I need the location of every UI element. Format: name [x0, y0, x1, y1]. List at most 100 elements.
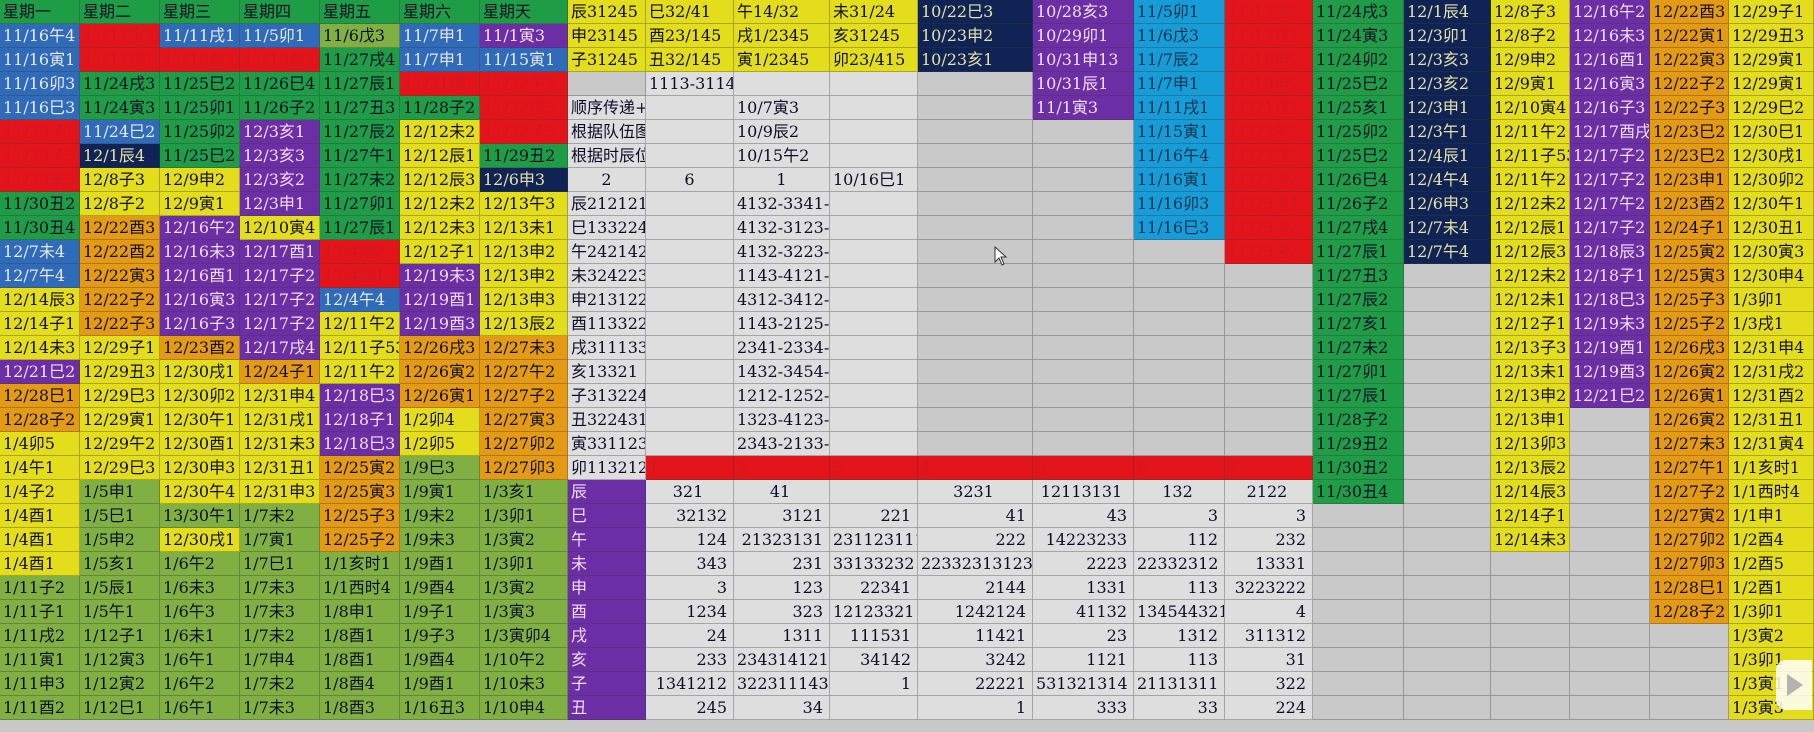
grid-cell[interactable]: 12/6申3: [480, 168, 568, 192]
grid-cell[interactable]: [1404, 384, 1491, 408]
grid-cell[interactable]: 12/23巳2: [1650, 144, 1729, 168]
grid-cell[interactable]: 12/29巳3: [80, 384, 160, 408]
grid-cell[interactable]: [1134, 384, 1225, 408]
grid-cell[interactable]: 11/27辰1: [320, 216, 400, 240]
grid-cell[interactable]: 11/25巳2: [1313, 144, 1404, 168]
grid-cell[interactable]: 1/7未3: [240, 576, 320, 600]
grid-cell[interactable]: 12/19酉3: [1570, 360, 1650, 384]
grid-cell[interactable]: 12/17酉戌: [1570, 120, 1650, 144]
grid-cell[interactable]: 1/8酉1: [320, 648, 400, 672]
grid-cell[interactable]: [1313, 696, 1404, 720]
grid-cell[interactable]: 11/29丑2: [1313, 432, 1404, 456]
grid-cell[interactable]: 12/11子53: [320, 336, 400, 360]
grid-cell[interactable]: 12/9申2: [1491, 48, 1570, 72]
grid-cell[interactable]: 11/27辰1: [1313, 384, 1404, 408]
grid-cell[interactable]: 12/31申3: [240, 480, 320, 504]
grid-cell[interactable]: 12/30戌1: [1729, 144, 1814, 168]
grid-cell[interactable]: [1404, 576, 1491, 600]
grid-cell[interactable]: 12/21巳2: [1570, 384, 1650, 408]
grid-cell[interactable]: [1404, 480, 1491, 504]
grid-cell[interactable]: 未32422313333: [568, 264, 646, 288]
grid-cell[interactable]: 12/26寅2: [1650, 360, 1729, 384]
grid-cell[interactable]: 11/30丑4: [0, 216, 80, 240]
grid-cell[interactable]: 1121: [1033, 648, 1134, 672]
grid-cell[interactable]: 1/9未3: [400, 528, 480, 552]
grid-cell[interactable]: 1/9酉1: [400, 672, 480, 696]
grid-cell[interactable]: 11/27未2: [1313, 336, 1404, 360]
grid-cell[interactable]: [1033, 120, 1134, 144]
grid-cell[interactable]: [830, 120, 918, 144]
grid-cell[interactable]: 未: [568, 552, 646, 576]
grid-cell[interactable]: 12/27未3: [480, 336, 568, 360]
grid-cell[interactable]: [1313, 648, 1404, 672]
grid-cell[interactable]: 10/16巳1: [830, 168, 918, 192]
grid-cell[interactable]: 12/29午2: [80, 432, 160, 456]
grid-cell[interactable]: 12/19酉1: [400, 288, 480, 312]
grid-cell[interactable]: 1/4午1: [0, 456, 80, 480]
grid-cell[interactable]: 11/17寅2: [80, 24, 160, 48]
grid-cell[interactable]: 1323-4123-1223: [734, 408, 830, 432]
grid-cell[interactable]: [918, 336, 1033, 360]
grid-cell[interactable]: [830, 72, 918, 96]
grid-cell[interactable]: 1/9巳3: [400, 456, 480, 480]
grid-cell[interactable]: 酉23/145: [646, 24, 734, 48]
grid-cell[interactable]: 22332313123: [918, 552, 1033, 576]
grid-cell[interactable]: 11/6戊3: [1134, 24, 1225, 48]
grid-cell[interactable]: [1134, 432, 1225, 456]
grid-cell[interactable]: 12/1辰4: [80, 144, 160, 168]
grid-cell[interactable]: [1491, 696, 1570, 720]
grid-cell[interactable]: 申: [568, 576, 646, 600]
grid-cell[interactable]: 1/7未3: [240, 696, 320, 720]
grid-cell[interactable]: 11/1寅3: [480, 24, 568, 48]
grid-cell[interactable]: 根据队伍图位置测时辰位置: [568, 120, 646, 144]
grid-cell[interactable]: 311312: [1225, 624, 1313, 648]
grid-cell[interactable]: 232: [1225, 528, 1313, 552]
grid-cell[interactable]: 12/13辰2: [480, 312, 568, 336]
grid-cell[interactable]: 12/27午2: [480, 360, 568, 384]
grid-cell[interactable]: 12/11午2: [320, 312, 400, 336]
grid-cell[interactable]: 113: [1134, 648, 1225, 672]
grid-cell[interactable]: 12/25寅2: [1650, 240, 1729, 264]
grid-cell[interactable]: 12/30戌1: [160, 360, 240, 384]
grid-cell[interactable]: [1225, 408, 1313, 432]
grid-cell[interactable]: 1/5辰1: [80, 576, 160, 600]
grid-cell[interactable]: 12/4辰1: [1404, 144, 1491, 168]
grid-cell[interactable]: 10/28亥3: [1033, 0, 1134, 24]
grid-cell[interactable]: 11/7申1: [400, 24, 480, 48]
grid-cell[interactable]: [1033, 144, 1134, 168]
grid-cell[interactable]: 113: [1134, 576, 1225, 600]
grid-cell[interactable]: 1/9子3: [400, 624, 480, 648]
grid-cell[interactable]: [830, 432, 918, 456]
grid-cell[interactable]: 11/23子1: [1225, 192, 1313, 216]
grid-cell[interactable]: 12/11午2: [320, 360, 400, 384]
grid-cell[interactable]: 12/8子3: [1491, 0, 1570, 24]
grid-cell[interactable]: 24: [646, 624, 734, 648]
grid-cell[interactable]: 1/6午2: [160, 672, 240, 696]
grid-cell[interactable]: 12/31申4: [1729, 336, 1814, 360]
grid-cell[interactable]: 12/22子2: [1650, 72, 1729, 96]
grid-cell[interactable]: 1/2酉1: [1729, 576, 1814, 600]
grid-cell[interactable]: 11/26子2: [1313, 192, 1404, 216]
grid-cell[interactable]: [1033, 432, 1134, 456]
grid-cell[interactable]: 12/16子3: [160, 312, 240, 336]
grid-cell[interactable]: 1312: [1134, 624, 1225, 648]
grid-cell[interactable]: 12/23酉2: [1650, 192, 1729, 216]
grid-cell[interactable]: 221: [830, 504, 918, 528]
grid-cell[interactable]: 寅1/2345: [734, 48, 830, 72]
grid-cell[interactable]: 10/9辰2: [734, 120, 830, 144]
grid-cell[interactable]: 222: [918, 528, 1033, 552]
grid-cell[interactable]: 未31/24: [830, 0, 918, 24]
grid-cell[interactable]: 6: [1134, 456, 1225, 480]
grid-cell[interactable]: 1/2酉4: [1729, 528, 1814, 552]
grid-cell[interactable]: 1/3卯1: [480, 504, 568, 528]
grid-cell[interactable]: 12/22寅3: [1650, 48, 1729, 72]
grid-cell[interactable]: 1/11子1: [0, 600, 80, 624]
grid-cell[interactable]: [646, 288, 734, 312]
grid-cell[interactable]: 1/3寅2: [480, 528, 568, 552]
grid-cell[interactable]: 12/8子2: [1491, 24, 1570, 48]
grid-cell[interactable]: 12/26寅1: [400, 384, 480, 408]
grid-cell[interactable]: 12/23申1: [1650, 168, 1729, 192]
grid-cell[interactable]: 12/27子2: [1650, 480, 1729, 504]
grid-cell[interactable]: 12/13午3: [480, 192, 568, 216]
grid-cell[interactable]: 根据时辰位置吸点化石: [568, 144, 646, 168]
